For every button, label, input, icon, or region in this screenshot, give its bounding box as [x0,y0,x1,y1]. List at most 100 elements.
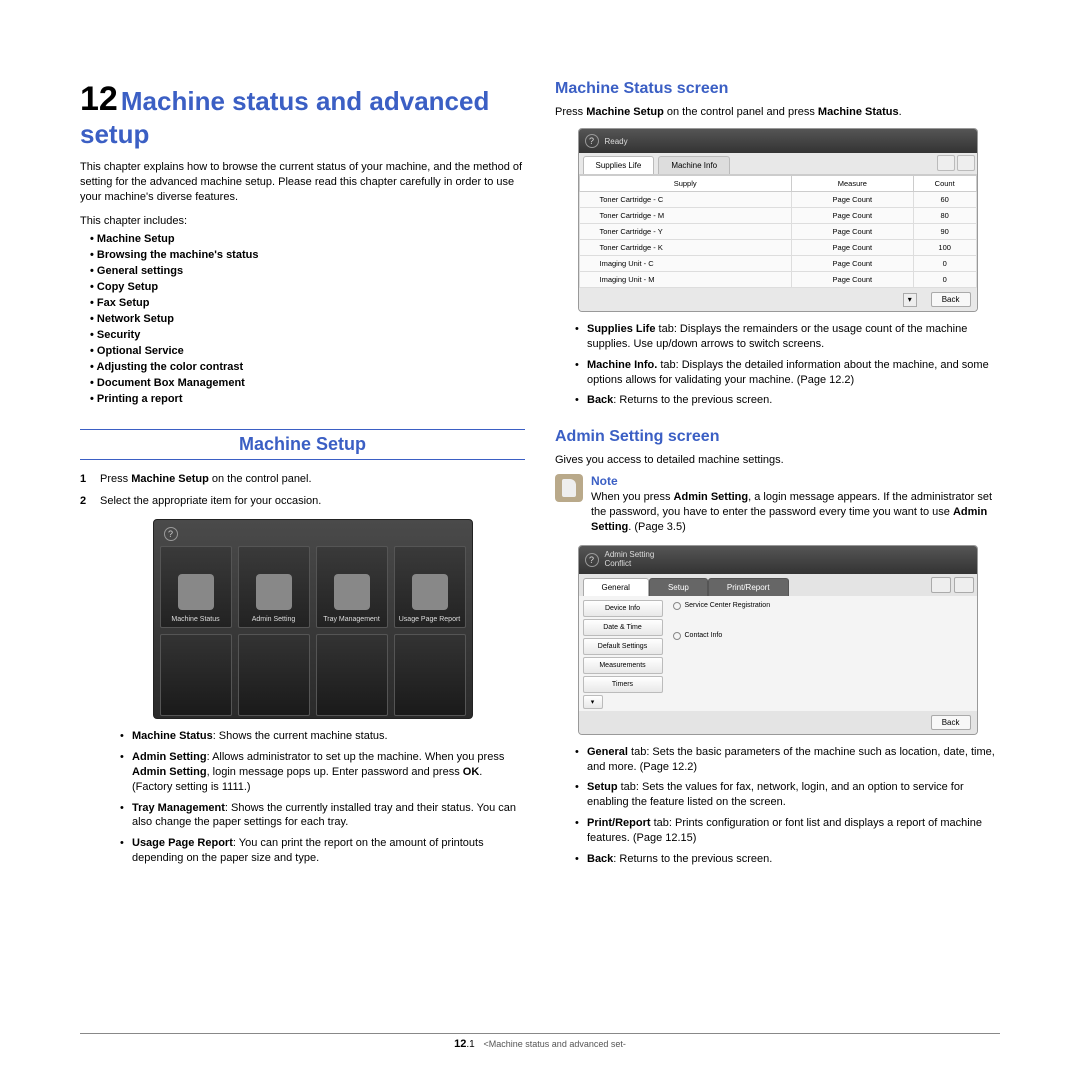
cell: Toner Cartridge - Y [579,224,791,240]
table-row: Toner Cartridge - KPage Count100 [579,240,976,256]
cell: 100 [913,240,976,256]
list-item: Back: Returns to the previous screen. [575,852,1000,867]
list-item: Back: Returns to the previous screen. [575,393,1000,408]
sidebar-item-timers[interactable]: Timers [583,676,663,693]
tile-label: Machine Status [171,616,219,624]
note-content: Note When you press Admin Setting, a log… [591,474,1000,535]
toc-item[interactable]: Optional Service [90,345,525,357]
header-title: Admin SettingConflict [605,551,655,569]
ss-footer: ▾ Back [579,288,977,311]
sidebar-item-device-info[interactable]: Device Info [583,600,663,617]
tray-icon [334,574,370,610]
text: : Returns to the previous screen. [613,853,772,865]
help-icon[interactable]: ? [585,553,599,567]
section-heading-status: Machine Status screen [555,80,1000,98]
cell: Toner Cartridge - K [579,240,791,256]
cell: 90 [913,224,976,240]
note-icon [555,474,583,502]
screenshot-admin-setting: ? Admin SettingConflict General Setup Pr… [578,545,978,735]
cell: 80 [913,208,976,224]
text: : Shows the current machine status. [213,730,388,742]
table-row: Toner Cartridge - CPage Count60 [579,192,976,208]
tile-label: Admin Setting [252,616,296,624]
option-contact-info[interactable]: Contact Info [673,632,971,640]
tab-machine-info[interactable]: Machine Info [658,156,730,174]
radio-icon[interactable] [673,602,681,610]
text: Conflict [605,559,632,568]
text: When you press [591,491,674,503]
report-icon [412,574,448,610]
toc-item[interactable]: General settings [90,265,525,277]
tile-empty [316,634,388,716]
list-item: Machine Info. tab: Displays the detailed… [575,358,1000,388]
radio-icon[interactable] [673,632,681,640]
text: Select the appropriate item for your occ… [100,495,321,507]
toc-item[interactable]: Security [90,329,525,341]
tab-general[interactable]: General [583,578,649,596]
home-icon[interactable] [954,577,974,593]
cell: Page Count [791,240,913,256]
printer-icon [178,574,214,610]
tile-empty [394,634,466,716]
option-service-center[interactable]: Service Center Registration [673,602,971,610]
toc-item[interactable]: Machine Setup [90,233,525,245]
text: tab: Sets the basic parameters of the ma… [587,746,995,773]
bold: Machine Setup [586,106,664,118]
back-button[interactable]: Back [931,292,971,307]
tile-empty [160,634,232,716]
section-heading-admin: Admin Setting screen [555,428,1000,446]
back-button[interactable]: Back [931,715,971,730]
help-icon[interactable]: ? [164,527,178,541]
list-item: Setup tab: Sets the values for fax, netw… [575,780,1000,810]
toc-item[interactable]: Adjusting the color contrast [90,361,525,373]
toc-item[interactable]: Copy Setup [90,281,525,293]
toc-item[interactable]: Browsing the machine's status [90,249,525,261]
tile-usage-report[interactable]: Usage Page Report [394,546,466,628]
cell: Toner Cartridge - M [579,208,791,224]
scroll-down-icon[interactable]: ▾ [583,695,603,709]
tile-machine-status[interactable]: Machine Status [160,546,232,628]
cell: 0 [913,272,976,288]
scroll-down-icon[interactable]: ▾ [903,293,917,307]
status-lead: Press Machine Setup on the control panel… [555,106,1000,118]
text: tab: Sets the values for fax, network, l… [587,781,964,808]
toc-item[interactable]: Printing a report [90,393,525,405]
bold: Machine Setup [131,473,209,485]
toc-item[interactable]: Document Box Management [90,377,525,389]
text: Press [100,473,131,485]
left-column: 12 Machine status and advanced setup Thi… [80,80,525,874]
admin-bullets: General tab: Sets the basic parameters o… [575,745,1000,867]
cell: Imaging Unit - M [579,272,791,288]
logout-icon[interactable] [931,577,951,593]
sidebar-item-default-settings[interactable]: Default Settings [583,638,663,655]
ss-header: ? [160,526,466,542]
text: Press [555,106,586,118]
text: on the control panel and press [664,106,818,118]
tile-tray-management[interactable]: Tray Management [316,546,388,628]
cell: 0 [913,256,976,272]
help-icon[interactable]: ? [585,134,599,148]
sidebar-item-measurements[interactable]: Measurements [583,657,663,674]
logout-icon[interactable] [937,155,955,171]
bold: Machine Status [818,106,899,118]
includes-label: This chapter includes: [80,215,525,227]
cell: Page Count [791,256,913,272]
table-row: Toner Cartridge - MPage Count80 [579,208,976,224]
ss-header: ? Ready [579,129,977,153]
tile-admin-setting[interactable]: Admin Setting [238,546,310,628]
tab-supplies-life[interactable]: Supplies Life [583,156,655,174]
home-icon[interactable] [957,155,975,171]
tab-bar: General Setup Print/Report [579,574,977,596]
cell: Page Count [791,224,913,240]
tab-setup[interactable]: Setup [649,578,708,596]
text: . (Page 3.5) [628,521,685,533]
sidebar-item-date-time[interactable]: Date & Time [583,619,663,636]
step-1: Press Machine Setup on the control panel… [80,472,525,487]
bold: Machine Info. [587,359,657,371]
cell: 60 [913,192,976,208]
note-text: When you press Admin Setting, a login me… [591,490,1000,535]
toc-item[interactable]: Network Setup [90,313,525,325]
tab-print-report[interactable]: Print/Report [708,578,789,596]
toc-item[interactable]: Fax Setup [90,297,525,309]
text: . [899,106,902,118]
